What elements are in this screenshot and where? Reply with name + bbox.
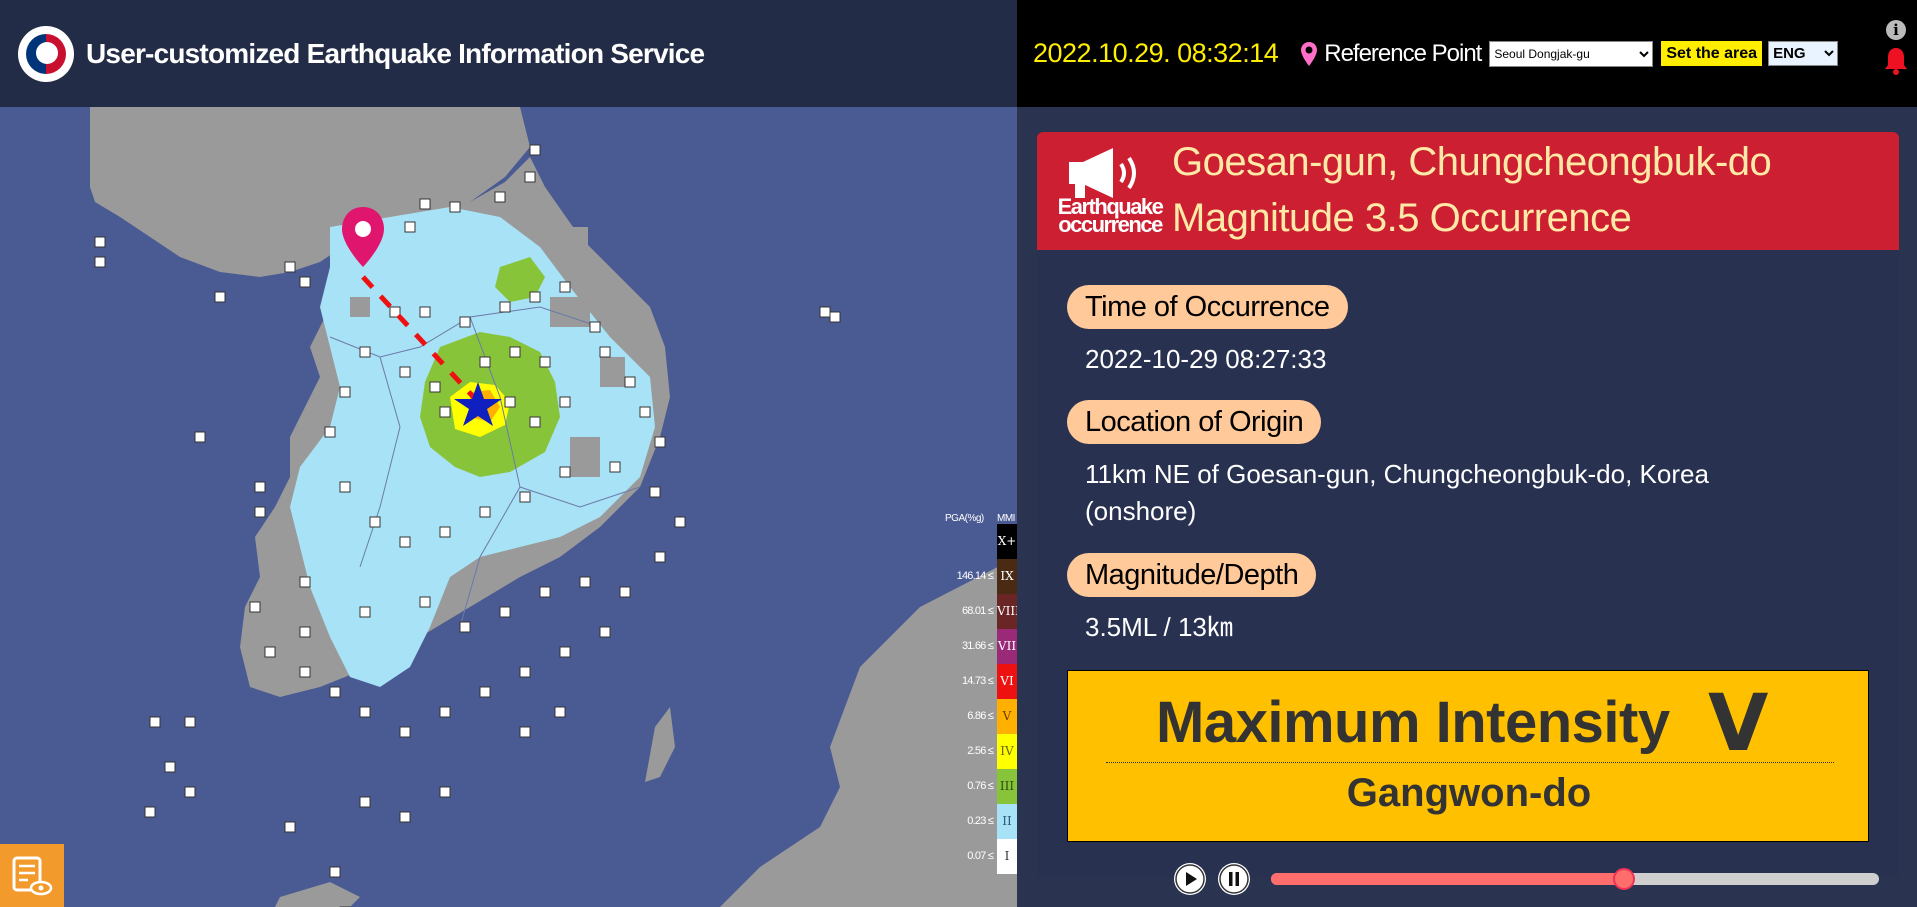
set-area-button[interactable]: Set the area — [1661, 41, 1763, 66]
legend-row: 14.73 ≤ VI — [945, 664, 1017, 699]
intensity-legend: PGA(%g) MMI X+146.14 ≤IX68.01 ≤VIII31.66… — [945, 513, 1017, 874]
location-line1: 11km NE of Goesan-gun, Chungcheongbuk-do… — [1085, 459, 1709, 489]
legend-row: 68.01 ≤VIII — [945, 594, 1017, 629]
tsushima-island — [645, 707, 675, 782]
legend-pga-value: 68.01 ≤ — [961, 605, 994, 617]
time-of-occurrence-label: Time of Occurrence — [1067, 285, 1348, 329]
intensity-map[interactable]: PGA(%g) MMI X+146.14 ≤IX68.01 ≤VIII31.66… — [0, 107, 1017, 907]
jeju-island — [275, 882, 360, 907]
time-of-occurrence-value: 2022-10-29 08:27:33 — [1085, 344, 1327, 374]
legend-mmi-swatch: IV — [997, 734, 1017, 769]
legend-pga-value: 31.66 ≤ — [961, 640, 994, 652]
top-bar: 2022.10.29. 08:32:14 Reference Point Seo… — [1017, 0, 1917, 107]
legend-mmi-swatch: VII — [997, 629, 1017, 664]
alert-magnitude: Magnitude 3.5 Occurrence — [1172, 196, 1632, 240]
max-intensity-label: Maximum Intensity — [1156, 690, 1670, 755]
legend-row: 6.86 ≤ V — [945, 699, 1017, 734]
max-intensity-box: Maximum Intensity V Gangwon-do — [1067, 670, 1869, 842]
legend-pga-value: 0.76 ≤ — [967, 780, 994, 792]
legend-pga-value: 6.86 ≤ — [967, 710, 994, 722]
legend-mmi-swatch: III — [997, 769, 1017, 804]
info-icon[interactable]: i — [1886, 20, 1906, 40]
legend-row: X+ — [945, 524, 1017, 559]
legend-mmi-swatch: I — [997, 839, 1017, 874]
reference-point-select[interactable]: Seoul Dongjak-gu — [1489, 40, 1654, 67]
app-root: User-customized Earthquake Information S… — [0, 0, 1917, 907]
legend-row: 0.23 ≤ II — [945, 804, 1017, 839]
reference-point-label: Reference Point — [1324, 39, 1482, 67]
playback-timeline[interactable] — [1271, 868, 1879, 890]
earthquake-info-panel: Earthquake occurrence Goesan-gun, Chungc… — [1037, 132, 1899, 877]
legend-pga-header: PGA(%g) — [945, 513, 984, 524]
legend-mmi-swatch: VIII — [997, 594, 1017, 629]
header-icons: i — [1883, 20, 1909, 76]
pause-button[interactable] — [1218, 863, 1250, 895]
legend-row: 2.56 ≤ IV — [945, 734, 1017, 769]
pause-icon — [1219, 864, 1249, 894]
current-datetime: 2022.10.29. 08:32:14 — [1033, 38, 1279, 68]
alert-banner: Earthquake occurrence Goesan-gun, Chungc… — [1037, 132, 1899, 250]
max-intensity-region: Gangwon-do — [1346, 771, 1592, 815]
location-of-origin-label: Location of Origin — [1067, 400, 1322, 444]
legend-pga-value: 2.56 ≤ — [967, 745, 994, 757]
legend-rows: X+146.14 ≤IX68.01 ≤VIII31.66 ≤VII14.73 ≤… — [945, 524, 1017, 874]
timeline-handle[interactable] — [1612, 868, 1635, 890]
government-logo-icon[interactable] — [18, 25, 74, 82]
magnitude-depth-label: Magnitude/Depth — [1067, 553, 1317, 597]
location-line2: (onshore) — [1085, 496, 1197, 526]
report-button[interactable] — [0, 844, 64, 907]
legend-row: 146.14 ≤ IX — [945, 559, 1017, 594]
app-title[interactable]: User-customized Earthquake Information S… — [86, 38, 705, 70]
legend-mmi-header: MMI — [997, 513, 1015, 524]
play-button[interactable] — [1174, 863, 1206, 895]
legend-row: 0.07 ≤ I — [945, 839, 1017, 874]
site-header: User-customized Earthquake Information S… — [0, 0, 1017, 107]
eq-label-line2: occurrence — [1058, 212, 1163, 237]
legend-pga-value — [945, 524, 997, 559]
location-pin-icon — [1301, 41, 1318, 66]
legend-mmi-swatch: II — [997, 804, 1017, 839]
report-view-icon — [12, 856, 53, 896]
alarm-bell-icon[interactable] — [1883, 46, 1909, 76]
legend-mmi-swatch: IX — [997, 559, 1017, 594]
legend-mmi-swatch: V — [997, 699, 1017, 734]
alert-location: Goesan-gun, Chungcheongbuk-do — [1172, 140, 1772, 184]
legend-row: 0.76 ≤ III — [945, 769, 1017, 804]
legend-pga-value: 14.73 ≤ — [961, 675, 994, 687]
legend-pga-value: 0.23 ≤ — [967, 815, 994, 827]
play-icon — [1175, 864, 1205, 894]
legend-header: PGA(%g) MMI — [945, 513, 1017, 524]
timeline-progress — [1271, 873, 1624, 885]
korea-map-graphic — [90, 107, 1017, 907]
legend-pga-value: 146.14 ≤ — [956, 570, 994, 582]
legend-row: 31.66 ≤ VII — [945, 629, 1017, 664]
legend-mmi-swatch: VI — [997, 664, 1017, 699]
location-of-origin-value: 11km NE of Goesan-gun, Chungcheongbuk-do… — [1085, 456, 1709, 530]
legend-pga-value: 0.07 ≤ — [967, 850, 994, 862]
language-select[interactable]: ENG — [1768, 41, 1839, 66]
earthquake-occurrence-label: Earthquake occurrence — [1055, 196, 1165, 237]
intensity-divider — [1106, 762, 1834, 763]
max-intensity-value: V — [1708, 679, 1769, 769]
magnitude-depth-value: 3.5ML / 13㎞ — [1085, 612, 1233, 642]
legend-mmi-swatch: X+ — [997, 524, 1017, 559]
